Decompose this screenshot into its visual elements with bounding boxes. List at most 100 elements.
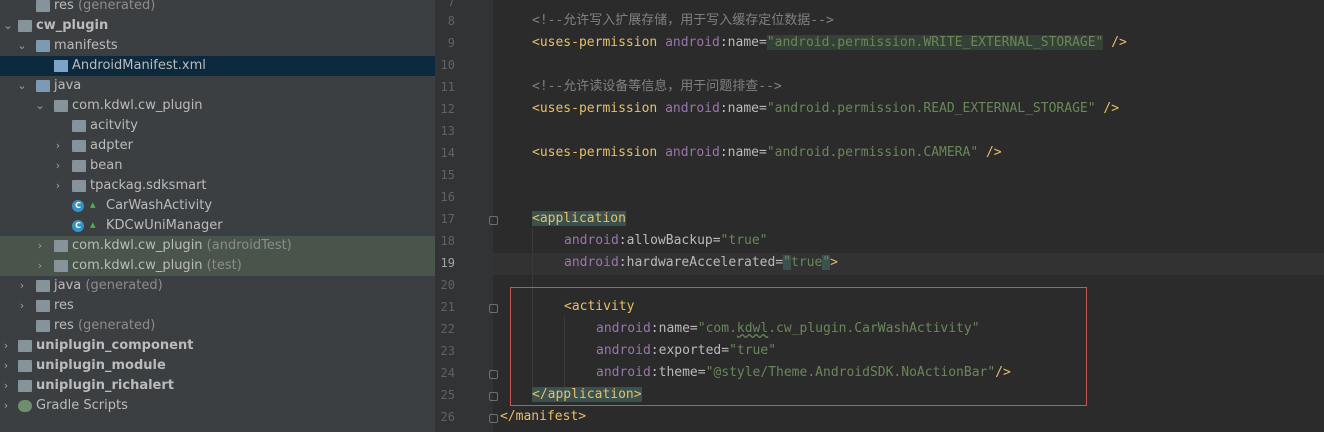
code-line-9[interactable]: <uses-permission android:name="android.p… [532,32,1127,54]
chevron-right-icon[interactable]: › [52,136,64,156]
folder-icon [36,40,50,52]
tree-row-androidmanifest[interactable]: AndroidManifest.xml [0,56,435,76]
code-line-17[interactable]: <application [532,208,626,230]
xml-namespace: android [564,233,619,248]
line-number: 13 [440,124,455,138]
chevron-right-icon[interactable]: › [34,256,46,276]
tree-row-package-test[interactable]: › com.kdwl.cw_plugin (test) [0,256,435,276]
xml-tag: </manifest> [500,409,587,424]
line-number: 24 [440,366,455,380]
chevron-right-icon[interactable]: › [34,236,46,256]
code-line-8[interactable]: <!--允许写入扩展存储，用于写入缓存定位数据--> [532,10,834,32]
tree-row-kdcwunimanager[interactable]: C ▴ KDCwUniManager [0,216,435,236]
fold-marker-icon[interactable] [489,216,498,225]
chevron-right-icon[interactable]: › [0,356,12,376]
module-icon [18,360,32,372]
line-number: 19 [440,256,455,270]
line-number: 22 [440,322,455,336]
chevron-right-icon[interactable]: › [52,176,64,196]
code-line-12[interactable]: <uses-permission android:name="android.p… [532,98,1119,120]
chevron-down-icon[interactable]: ⌄ [34,96,46,116]
tree-row-uniplugin-richalert[interactable]: › uniplugin_richalert [0,376,435,396]
line-number: 8 [447,14,455,28]
folder-icon [36,0,50,12]
code-line-19[interactable]: android:hardwareAccelerated="true"> [564,252,838,274]
tree-label: java [54,278,82,293]
tree-row-bean[interactable]: › bean [0,156,435,176]
xml-attr: :hardwareAccelerated= [618,255,784,270]
tree-row-uniplugin-component[interactable]: › uniplugin_component [0,336,435,356]
tree-suffix: (generated) [81,278,163,293]
tree-row-res[interactable]: › res [0,296,435,316]
package-icon [72,180,86,192]
xml-tag: <application [532,211,626,226]
folder-icon [36,320,50,332]
package-icon [54,100,68,112]
tree-label: acitvity [90,118,138,133]
chevron-right-icon[interactable]: › [0,376,12,396]
tree-suffix: (generated) [73,0,156,13]
xml-quote: " [822,255,831,270]
xml-value: "android.permission.READ_EXTERNAL_STORAG… [766,101,1096,116]
chevron-down-icon[interactable]: ⌄ [16,76,28,96]
chevron-down-icon[interactable]: ⌄ [2,16,14,36]
tree-row-gradle-scripts[interactable]: › Gradle Scripts [0,396,435,416]
tree-row-res-generated-2[interactable]: res (generated) [0,316,435,336]
xml-namespace: android [665,101,720,116]
chevron-right-icon[interactable]: › [16,276,28,296]
package-icon [72,160,86,172]
tree-row-java-generated[interactable]: › java (generated) [0,276,435,296]
tree-row-java[interactable]: ⌄ java [0,76,435,96]
tree-row-carwashactivity[interactable]: C ▴ CarWashActivity [0,196,435,216]
fold-marker-icon[interactable] [489,392,498,401]
tree-row-package[interactable]: ⌄ com.kdwl.cw_plugin [0,96,435,116]
leaf-icon: ▴ [90,198,96,211]
code-line-14[interactable]: <uses-permission android:name="android.p… [532,142,1002,164]
tree-label: java [54,78,82,93]
line-number: 23 [440,344,455,358]
package-icon [72,120,86,132]
tree-label: uniplugin_module [36,358,166,373]
chevron-down-icon[interactable]: ⌄ [16,36,28,56]
line-number: 16 [440,190,455,204]
fold-marker-icon[interactable] [489,370,498,379]
tree-label: manifests [54,38,118,53]
fold-marker-icon[interactable] [489,304,498,313]
tree-row-res-generated[interactable]: res (generated) [0,0,435,16]
tree-row-cw-plugin[interactable]: ⌄ cw_plugin [0,16,435,36]
tree-row-acitvity[interactable]: acitvity [0,116,435,136]
code-line-18[interactable]: android:allowBackup="true" [564,230,768,252]
class-icon: C [72,200,84,212]
tree-row-tpackag[interactable]: › tpackag.sdksmart [0,176,435,196]
tree-suffix: (generated) [73,318,156,333]
tree-label: com.kdwl.cw_plugin [72,258,203,273]
line-number: 9 [447,36,455,50]
tree-row-adpter[interactable]: › adpter [0,136,435,156]
chevron-right-icon[interactable]: › [0,396,12,416]
xml-value: "android.permission.WRITE_EXTERNAL_STORA… [766,35,1104,50]
chevron-right-icon[interactable]: › [0,336,12,356]
code-line-11[interactable]: <!--允许读设备等信息，用于问题排查--> [532,76,782,98]
fold-marker-icon[interactable] [489,414,498,423]
code-editor[interactable]: 7 8 9 10 11 12 13 14 15 16 17 18 19 20 2… [435,0,1324,432]
gradle-icon [18,400,32,412]
folder-icon [36,80,50,92]
chevron-right-icon[interactable]: › [52,156,64,176]
line-number: 14 [440,146,455,160]
xml-namespace: android [564,255,619,270]
xml-attr: :name= [719,101,767,116]
xml-tag: <uses-permission [532,145,658,160]
xml-tag-end: /> [1103,35,1127,50]
tree-row-uniplugin-module[interactable]: › uniplugin_module [0,356,435,376]
module-icon [18,20,32,32]
line-number: 18 [440,234,455,248]
chevron-right-icon[interactable]: › [16,296,28,316]
tree-suffix: (androidTest) [202,238,292,253]
package-icon [54,240,68,252]
xml-attr: :name= [719,35,767,50]
tree-row-manifests[interactable]: ⌄ manifests [0,36,435,56]
line-number: 11 [440,80,455,94]
tree-row-package-androidtest[interactable]: › com.kdwl.cw_plugin (androidTest) [0,236,435,256]
tree-label: adpter [90,138,133,153]
code-line-26[interactable]: </manifest> [500,406,586,428]
